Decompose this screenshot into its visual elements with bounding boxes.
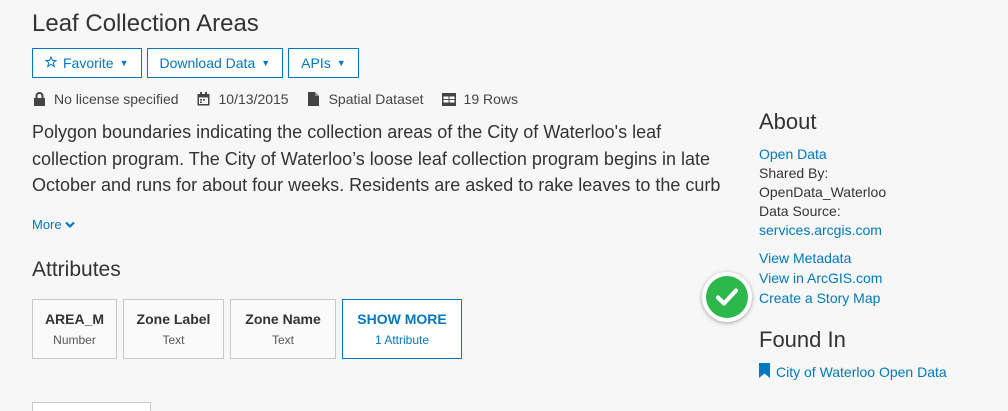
- rows-text: 19 Rows: [463, 91, 519, 107]
- check-circle-fill: [706, 276, 748, 318]
- dataset-type-info: Spatial Dataset: [307, 91, 424, 107]
- data-source-link[interactable]: services.arcgis.com: [759, 222, 882, 238]
- attributes-heading: Attributes: [32, 258, 121, 281]
- download-label: Download Data: [159, 55, 256, 71]
- check-circle-icon: [702, 272, 752, 322]
- attribute-name: Zone Label: [136, 311, 211, 327]
- table-icon: [441, 92, 456, 106]
- attribute-card[interactable]: Zone Name Text: [230, 299, 336, 359]
- found-in-link[interactable]: City of Waterloo Open Data: [759, 363, 947, 381]
- bookmark-icon: [759, 363, 770, 381]
- found-in-label: City of Waterloo Open Data: [776, 364, 947, 380]
- show-more-count: 1 Attribute: [374, 333, 430, 347]
- shared-by-value: OpenData_Waterloo: [759, 184, 887, 200]
- attribute-card[interactable]: AREA_M Number: [32, 299, 117, 359]
- caret-down-icon: ▼: [119, 58, 129, 68]
- favorite-button[interactable]: Favorite ▼: [32, 48, 142, 78]
- caret-down-icon: ▼: [336, 58, 346, 68]
- view-in-arcgis-link[interactable]: View in ArcGIS.com: [759, 270, 882, 286]
- attribute-cards: AREA_M Number Zone Label Text Zone Name …: [32, 299, 462, 359]
- date-text: 10/13/2015: [218, 91, 289, 107]
- caret-down-icon: ▼: [261, 58, 271, 68]
- favorite-label: Favorite: [63, 55, 114, 71]
- found-in-heading: Found In: [759, 327, 846, 352]
- data-source-label: Data Source:: [759, 203, 841, 219]
- license-info: No license specified: [32, 91, 179, 107]
- apis-button[interactable]: APIs ▼: [288, 48, 359, 78]
- attribute-name: AREA_M: [44, 311, 105, 327]
- lock-icon: [32, 92, 46, 106]
- more-label: More: [32, 217, 62, 232]
- dataset-description: Polygon boundaries indicating the collec…: [32, 122, 721, 195]
- show-more-label: SHOW MORE: [357, 311, 447, 327]
- show-more-attributes-button[interactable]: SHOW MORE 1 Attribute: [342, 299, 462, 359]
- license-text: No license specified: [54, 91, 179, 107]
- attribute-type: Number: [53, 333, 96, 347]
- star-outline-icon: [44, 55, 58, 71]
- document-icon: [307, 92, 321, 106]
- apis-label: APIs: [301, 55, 331, 71]
- about-heading: About: [759, 109, 817, 134]
- create-story-map-link[interactable]: Create a Story Map: [759, 290, 880, 306]
- attribute-card[interactable]: Zone Label Text: [123, 299, 224, 359]
- dataset-type-text: Spatial Dataset: [328, 91, 424, 107]
- chevron-down-icon: [64, 217, 75, 232]
- attribute-name: Zone Name: [245, 311, 321, 327]
- attribute-type: Text: [162, 333, 185, 347]
- view-metadata-link[interactable]: View Metadata: [759, 250, 851, 266]
- dataset-meta: No license specified 10/13/2015 Spatial …: [32, 91, 536, 107]
- shared-by-label: Shared By:: [759, 165, 829, 181]
- date-info: 10/13/2015: [197, 91, 289, 107]
- calendar-icon: [197, 92, 211, 106]
- page-title: Leaf Collection Areas: [32, 10, 259, 37]
- rows-info: 19 Rows: [441, 91, 519, 107]
- download-data-button[interactable]: Download Data ▼: [146, 48, 284, 78]
- more-link[interactable]: More: [32, 217, 75, 232]
- attribute-type: Text: [271, 333, 294, 347]
- open-data-link[interactable]: Open Data: [759, 146, 827, 162]
- action-toolbar: Favorite ▼ Download Data ▼ APIs ▼: [32, 48, 359, 78]
